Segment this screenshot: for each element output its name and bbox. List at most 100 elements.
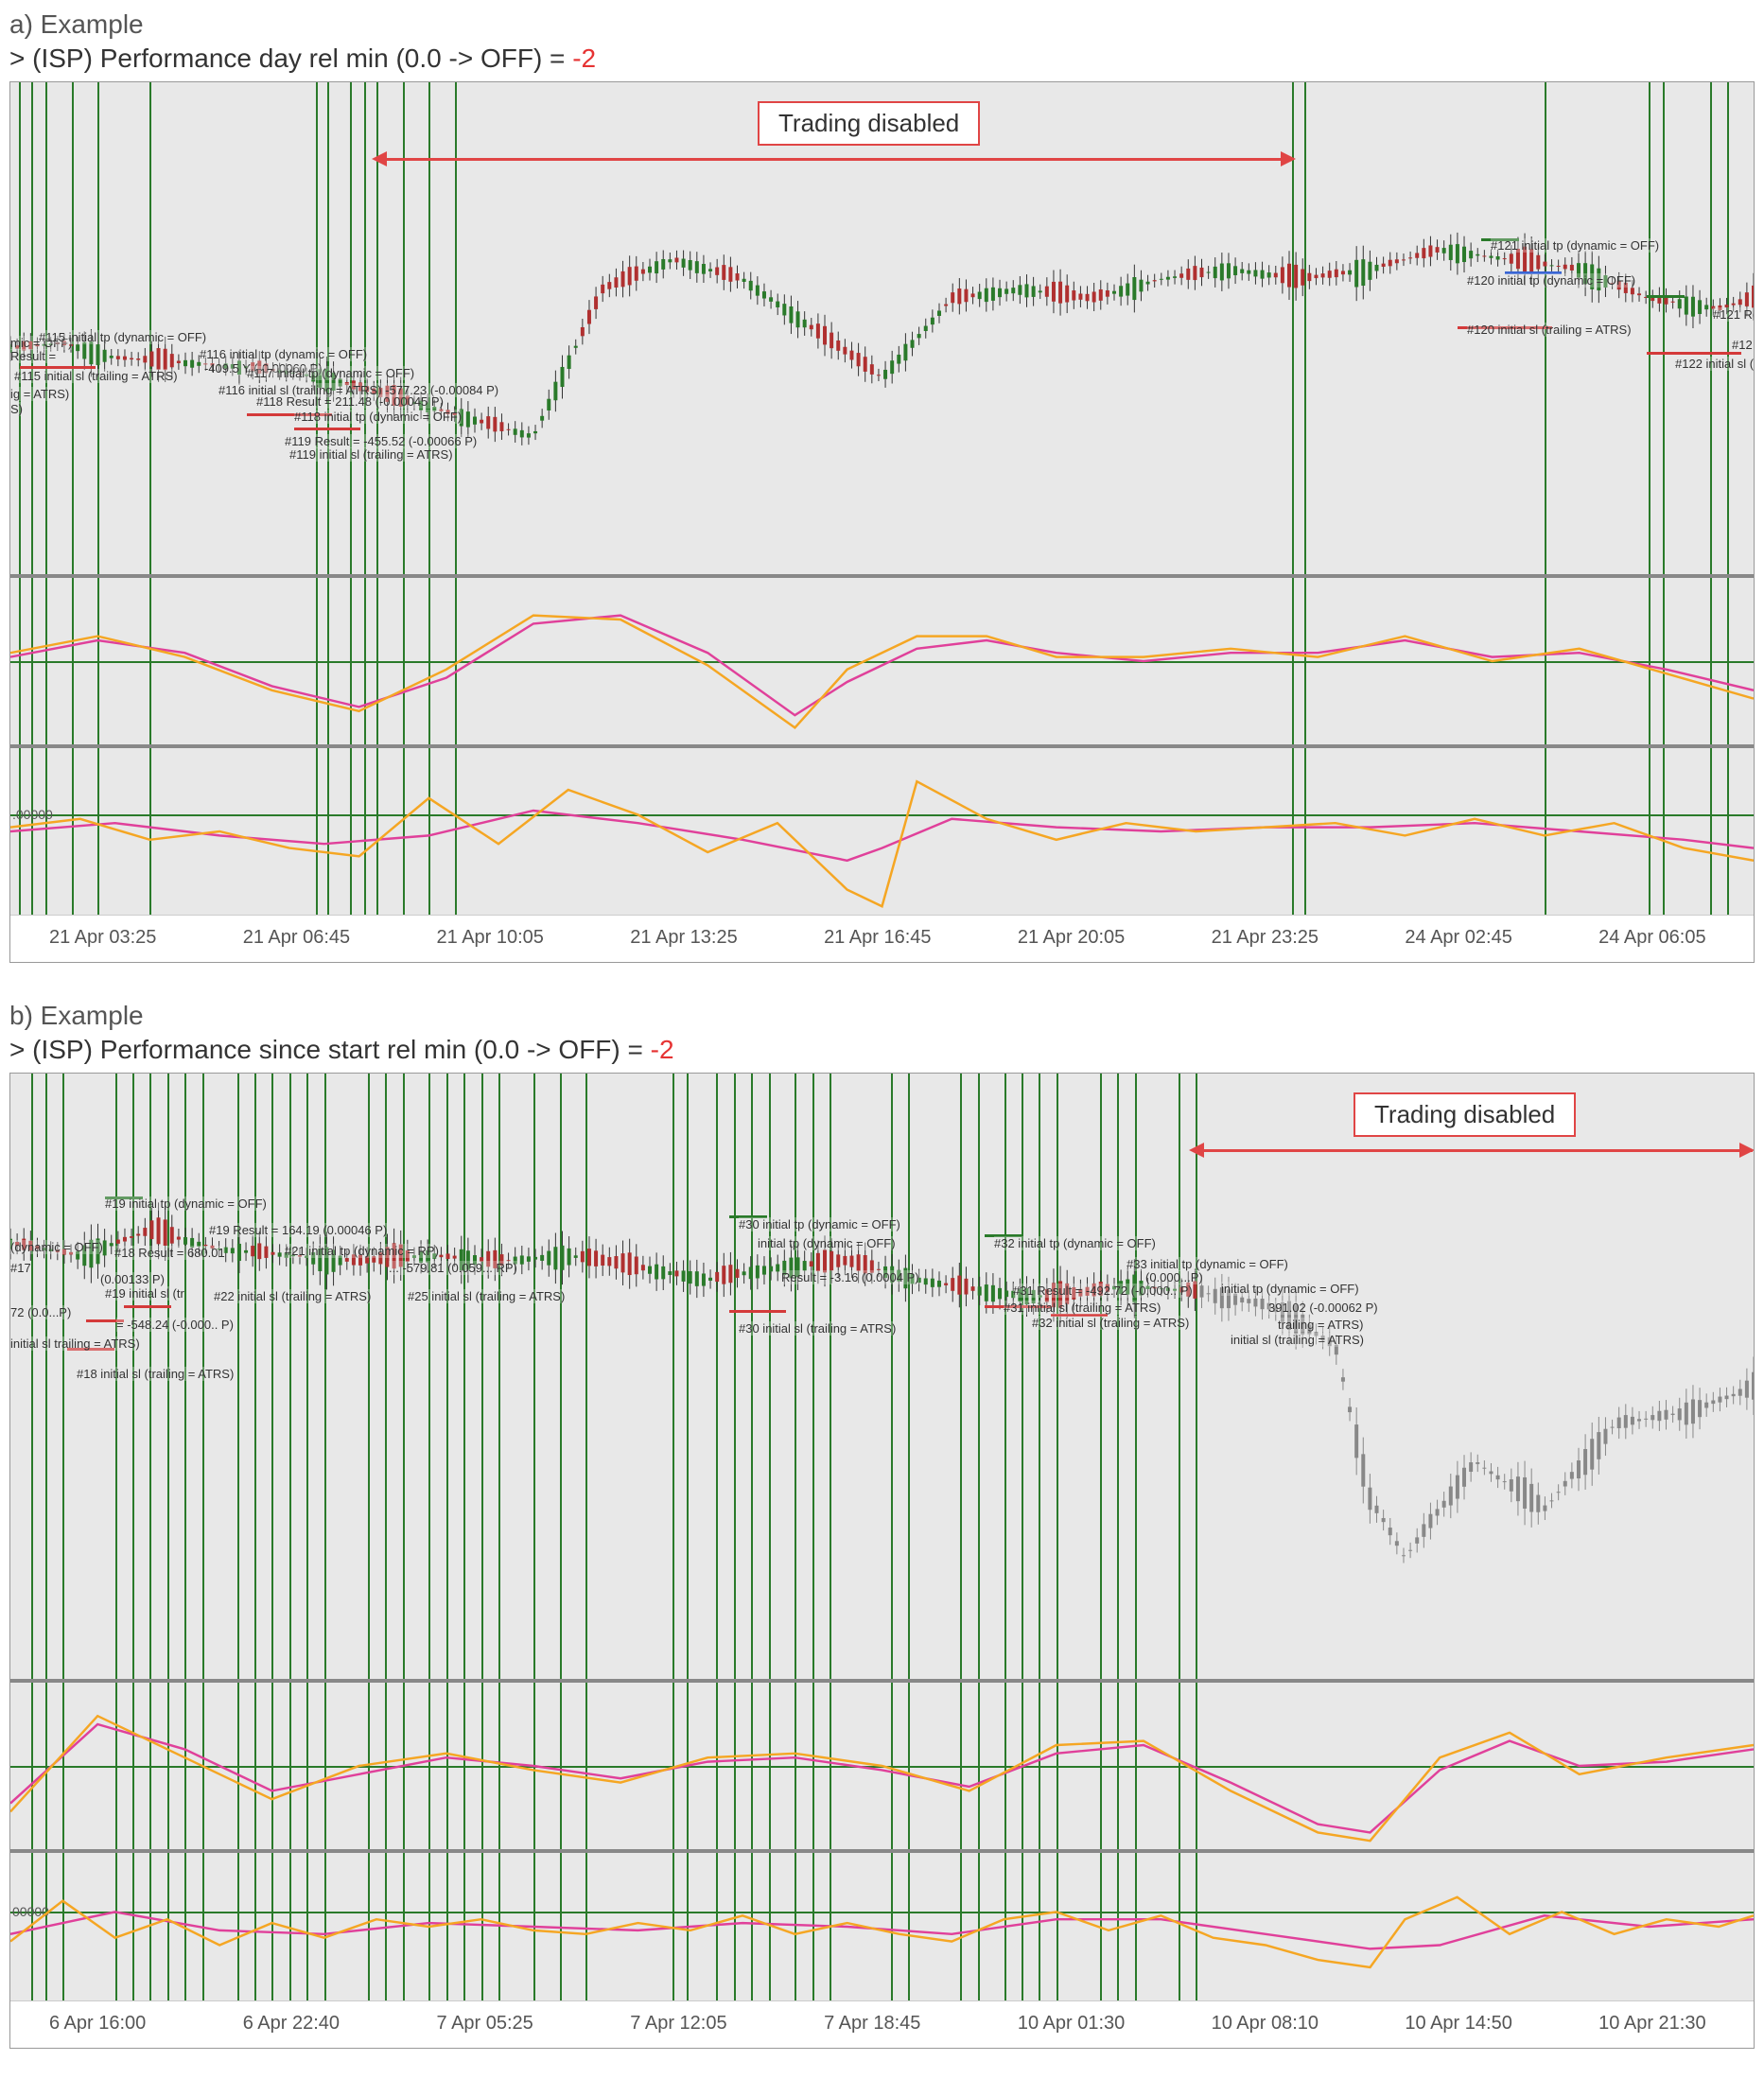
trade-annotation: #30 initial tp (dynamic = OFF) xyxy=(739,1217,900,1231)
trade-annotation: #120 initial sl (trailing = ATRS) xyxy=(1467,323,1632,337)
arrow-left-icon xyxy=(1189,1143,1204,1158)
chart-b-container: Trading disabled (dynamic = OFF)#19 init… xyxy=(9,1073,1755,2049)
trade-annotation: (0.00133 P) xyxy=(100,1272,165,1286)
trade-annotation: #19 Result = 164.19 (0.00046 P) xyxy=(209,1223,387,1237)
trade-annotation: initial sl (trailing = ATRS) xyxy=(1231,1333,1364,1347)
trade-annotation: #21 initial tp (dynamic = RP) xyxy=(285,1244,439,1258)
example-b-subtitle: > (ISP) Performance since start rel min … xyxy=(9,1035,1755,1065)
x-tick-label: 21 Apr 06:45 xyxy=(243,927,350,949)
chart-b-indicator1-panel xyxy=(10,1679,1754,1849)
trading-disabled-arrow-b xyxy=(1204,1149,1753,1152)
trade-annotation: #22 initial sl (trailing = ATRS) xyxy=(214,1289,371,1303)
trade-annotation: #18 initial sl (trailing = ATRS) xyxy=(77,1367,234,1381)
example-b-title: b) Example xyxy=(9,1001,1755,1031)
trade-annotation: Result = xyxy=(10,349,56,363)
sl-line xyxy=(1647,352,1741,355)
x-tick-label: 21 Apr 13:25 xyxy=(630,927,737,949)
trade-annotation: #32 initial tp (dynamic = OFF) xyxy=(994,1236,1156,1250)
trade-annotation: #19 initial tp (dynamic = OFF) xyxy=(105,1196,267,1211)
trade-annotation: #19 initial sl (tr xyxy=(105,1286,184,1301)
arrow-right-icon xyxy=(1281,151,1296,166)
series-magenta xyxy=(10,811,1754,861)
x-tick-label: 6 Apr 22:40 xyxy=(243,2013,340,2035)
trade-annotation: 72 (0.0...P) xyxy=(10,1305,71,1319)
chart-b-indicator2-panel: 00000 xyxy=(10,1849,1754,2000)
entry-tick xyxy=(1647,295,1685,298)
chart-a-container: Trading disabled mic = OFF)Result = #115… xyxy=(9,81,1755,963)
trade-annotation: #33 initial tp (dynamic = OFF) xyxy=(1127,1257,1288,1271)
x-tick-label: 24 Apr 02:45 xyxy=(1405,927,1511,949)
example-a-subtitle: > (ISP) Performance day rel min (0.0 -> … xyxy=(9,44,1755,74)
chart-b-ind1-svg xyxy=(10,1683,1754,1849)
trade-annotation: initial sl trailing = ATRS) xyxy=(10,1336,140,1351)
chart-b-ind2-svg xyxy=(10,1853,1754,2000)
trade-annotation: S) xyxy=(10,402,23,416)
x-tick-label: 6 Apr 16:00 xyxy=(49,2013,146,2035)
x-tick-label: 7 Apr 18:45 xyxy=(824,2013,920,2035)
trade-annotation: Result = -3.16 (0.0004 P) xyxy=(781,1270,919,1284)
chart-a-ind1-svg xyxy=(10,578,1754,744)
example-b: b) Example > (ISP) Performance since sta… xyxy=(9,1001,1755,2049)
chart-a-ind2-svg xyxy=(10,748,1754,915)
series-orange xyxy=(10,781,1754,906)
trade-annotation: #116 initial tp (dynamic = OFF) xyxy=(200,347,367,361)
example-a-subtitle-value: -2 xyxy=(572,44,596,73)
chart-b-main-panel: Trading disabled (dynamic = OFF)#19 init… xyxy=(10,1074,1754,1679)
chart-b-price-svg xyxy=(10,1074,1754,1679)
trading-disabled-label-a: Trading disabled xyxy=(758,101,980,146)
chart-b-xaxis: 6 Apr 16:00 6 Apr 22:40 7 Apr 05:25 7 Apr 1… xyxy=(10,2000,1754,2048)
trade-annotation: = -548.24 (-0.000.. P) xyxy=(116,1318,234,1332)
x-tick-label: 10 Apr 21:30 xyxy=(1598,2013,1705,2035)
trade-annotation: #121 Result = xyxy=(1713,307,1754,322)
x-tick-label: 10 Apr 01:30 xyxy=(1018,2013,1125,2035)
trade-annotation: #119 initial sl (trailing = ATRS) xyxy=(289,447,453,462)
trading-disabled-arrow-a xyxy=(387,158,1281,161)
series-magenta xyxy=(10,1724,1754,1832)
x-tick-label: 21 Apr 23:25 xyxy=(1212,927,1319,949)
trade-annotation: ig = ATRS) xyxy=(10,387,69,401)
arrow-right-icon xyxy=(1739,1143,1754,1158)
x-tick-label: 21 Apr 16:45 xyxy=(824,927,931,949)
trade-annotation: #31 initial sl (trailing = ATRS) xyxy=(1004,1301,1161,1315)
sl-line xyxy=(294,428,360,430)
x-tick-label: 24 Apr 06:05 xyxy=(1598,927,1705,949)
series-magenta xyxy=(10,616,1754,716)
sl-line xyxy=(124,1305,171,1308)
example-a-title: a) Example xyxy=(9,9,1755,40)
series-orange xyxy=(10,1716,1754,1841)
trade-annotation: #12 xyxy=(1732,338,1753,352)
example-b-subtitle-prefix: > (ISP) Performance since start rel min … xyxy=(9,1035,651,1064)
chart-a-indicator2-panel: .00000 xyxy=(10,744,1754,915)
x-tick-label: 21 Apr 20:05 xyxy=(1018,927,1125,949)
chart-a-xaxis: 21 Apr 03:25 21 Apr 06:45 21 Apr 10:05 21 A… xyxy=(10,915,1754,962)
trade-annotation: #115 initial tp (dynamic = OFF) xyxy=(39,330,206,344)
x-tick-label: 21 Apr 03:25 xyxy=(49,927,156,949)
trade-annotation: #17 xyxy=(10,1261,31,1275)
chart-a-indicator1-panel xyxy=(10,574,1754,744)
trade-annotation: #120 initial tp (dynamic = OFF) xyxy=(1467,273,1635,288)
x-tick-label: 10 Apr 14:50 xyxy=(1405,2013,1511,2035)
x-tick-label: 7 Apr 05:25 xyxy=(437,2013,533,2035)
trade-annotation: initial tp (dynamic = OFF) xyxy=(1221,1282,1359,1296)
series-orange xyxy=(10,616,1754,728)
x-tick-label: 10 Apr 08:10 xyxy=(1212,2013,1319,2035)
trade-annotation: #115 initial sl (trailing = ATRS) xyxy=(14,369,178,383)
example-a-subtitle-prefix: > (ISP) Performance day rel min (0.0 -> … xyxy=(9,44,572,73)
trade-annotation: #25 initial sl (trailing = ATRS) xyxy=(408,1289,565,1303)
trade-annotation: #30 initial sl (trailing = ATRS) xyxy=(739,1321,896,1336)
trade-annotation: #118 initial tp (dynamic = OFF) xyxy=(294,410,462,424)
x-tick-label: 21 Apr 10:05 xyxy=(437,927,544,949)
trade-annotation: #117 initial tp (dynamic = OFF) xyxy=(247,366,414,380)
trade-annotation: trailing = ATRS) xyxy=(1278,1318,1363,1332)
trade-annotation: (dynamic = OFF) xyxy=(10,1240,103,1254)
trade-annotation: initial tp (dynamic = OFF) xyxy=(758,1236,896,1250)
trade-annotation: (0.000...P) xyxy=(1145,1270,1203,1284)
trade-annotation: 391.02 (-0.00062 P) xyxy=(1268,1301,1378,1315)
arrow-left-icon xyxy=(372,151,387,166)
chart-a-main-panel: Trading disabled mic = OFF)Result = #115… xyxy=(10,82,1754,574)
trade-annotation: #121 initial tp (dynamic = OFF) xyxy=(1491,238,1659,253)
x-tick-label: 7 Apr 12:05 xyxy=(630,2013,726,2035)
sl-line xyxy=(729,1310,786,1313)
trade-annotation: #18 Result = 680.01 xyxy=(114,1246,225,1260)
trade-annotation: #31 Result = -492.72 (-0.000.. P) xyxy=(1013,1284,1193,1298)
